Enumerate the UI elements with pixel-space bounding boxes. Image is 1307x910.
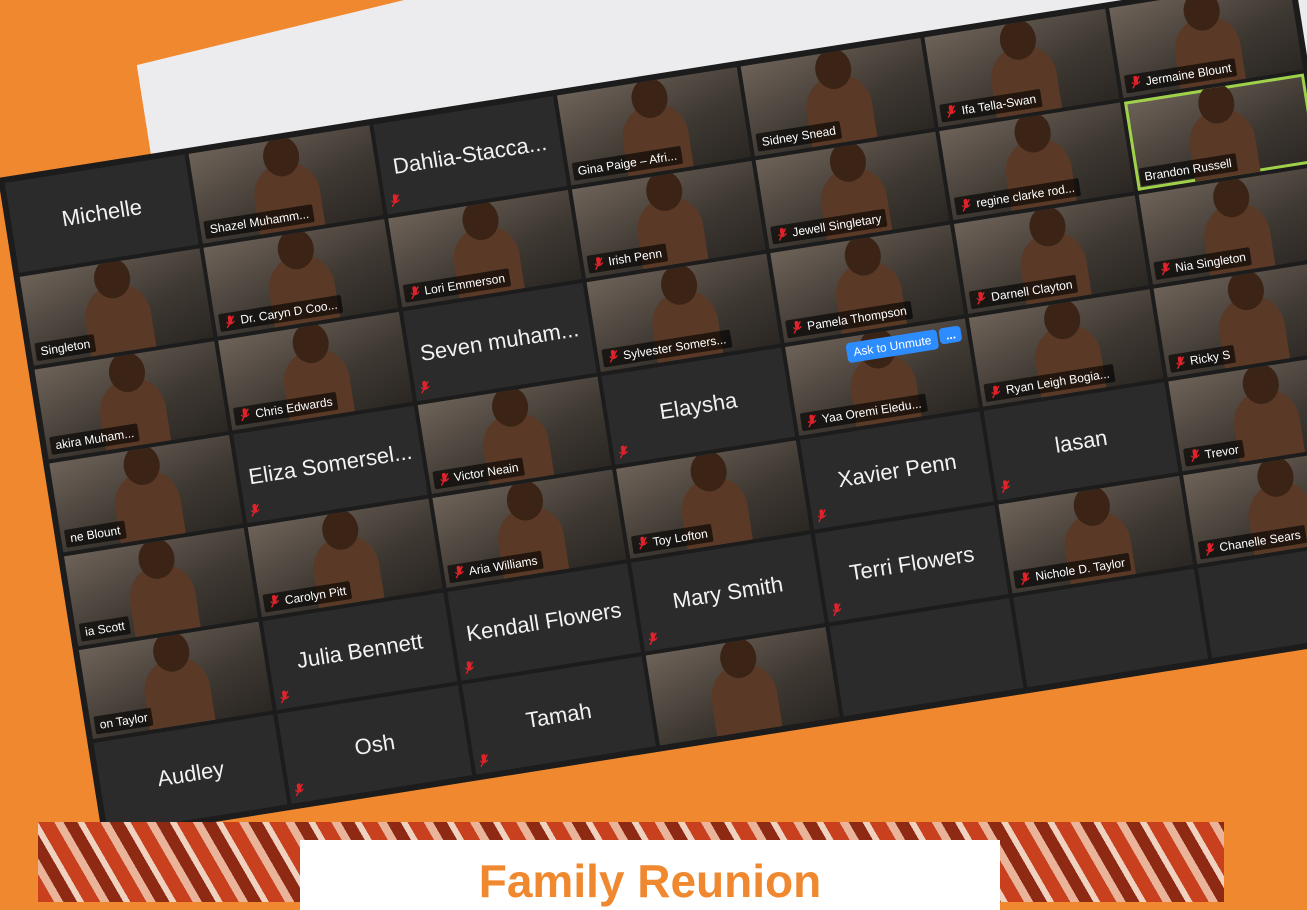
participant-name-label: Carolyn Pitt	[262, 580, 353, 613]
participant-name-label: Trevor	[1182, 439, 1245, 467]
muted-mic-icon	[815, 508, 829, 524]
muted-mic-icon	[224, 314, 238, 330]
muted-mic-icon	[1019, 571, 1033, 587]
participant-name: Singleton	[39, 336, 92, 359]
participant-name: ne Blount	[69, 523, 122, 546]
participant-name: Elaysha	[657, 387, 739, 425]
more-options-button[interactable]: ...	[938, 324, 963, 345]
muted-mic-icon	[646, 631, 660, 647]
participant-name: akira Muham...	[54, 425, 135, 452]
participant-video	[706, 658, 784, 746]
muted-mic-icon	[606, 349, 620, 365]
participant-name: Xavier Penn	[835, 448, 959, 492]
muted-mic-icon	[805, 413, 819, 429]
muted-mic-icon	[408, 285, 422, 301]
muted-mic-icon	[790, 320, 804, 336]
participant-name-label: Singleton	[34, 334, 97, 362]
muted-mic-icon	[1188, 448, 1202, 464]
muted-mic-icon	[592, 255, 606, 271]
participant-name: Julia Bennett	[295, 628, 425, 674]
participant-name: Chris Edwards	[254, 394, 334, 421]
participant-name: Michelle	[60, 194, 144, 232]
muted-mic-icon	[268, 594, 282, 610]
participant-name-label: Ricky S	[1167, 345, 1237, 374]
muted-mic-icon	[776, 226, 790, 242]
participant-name: Trevor	[1203, 442, 1240, 462]
participant-name: Osh	[352, 728, 397, 760]
participant-name: Seven muham...	[418, 316, 581, 367]
participant-name: Kendall Flowers	[464, 597, 624, 647]
banner-title-card: Family Reunion	[300, 840, 1000, 910]
muted-mic-icon	[1129, 75, 1143, 91]
participant-name: Eliza Somersel...	[246, 438, 414, 490]
participant-name: Audley	[155, 755, 226, 792]
muted-mic-icon	[238, 407, 252, 423]
participant-name-label: on Taylor	[93, 707, 155, 735]
participant-name-label: ia Scott	[78, 615, 131, 642]
participant-name: Ifa Tella-Swan	[960, 91, 1037, 117]
participant-name: Brandon Russell	[1143, 156, 1233, 184]
muted-mic-icon	[248, 502, 262, 518]
participant-name-label: Irish Penn	[586, 243, 669, 274]
muted-mic-icon	[974, 291, 988, 307]
participant-name: Tamah	[524, 697, 594, 733]
muted-mic-icon	[388, 193, 402, 209]
muted-mic-icon	[452, 565, 466, 581]
muted-mic-icon	[418, 380, 432, 396]
participant-name-label: Toy Lofton	[630, 523, 714, 555]
muted-mic-icon	[999, 479, 1013, 495]
banner-title: Family Reunion	[478, 855, 822, 907]
muted-mic-icon	[293, 782, 307, 798]
muted-mic-icon	[1158, 261, 1172, 277]
muted-mic-icon	[989, 384, 1003, 400]
participant-name-label: ne Blount	[63, 520, 127, 549]
muted-mic-icon	[437, 471, 451, 487]
participant-name: Mary Smith	[670, 571, 785, 614]
muted-mic-icon	[830, 602, 844, 618]
muted-mic-icon	[278, 689, 292, 705]
muted-mic-icon	[636, 536, 650, 552]
muted-mic-icon	[945, 104, 959, 120]
muted-mic-icon	[960, 197, 974, 213]
muted-mic-icon	[616, 444, 630, 460]
muted-mic-icon	[1203, 542, 1217, 558]
participant-name: Dahlia-Stacca...	[391, 130, 549, 180]
participant-name: ia Scott	[83, 618, 126, 639]
participant-name: lasan	[1053, 424, 1109, 458]
muted-mic-icon	[1173, 355, 1187, 371]
muted-mic-icon	[462, 660, 476, 676]
muted-mic-icon	[477, 753, 491, 769]
participant-name-label: Sidney Snead	[755, 120, 843, 152]
participant-name: Terri Flowers	[847, 541, 976, 586]
participant-name: on Taylor	[98, 710, 149, 733]
